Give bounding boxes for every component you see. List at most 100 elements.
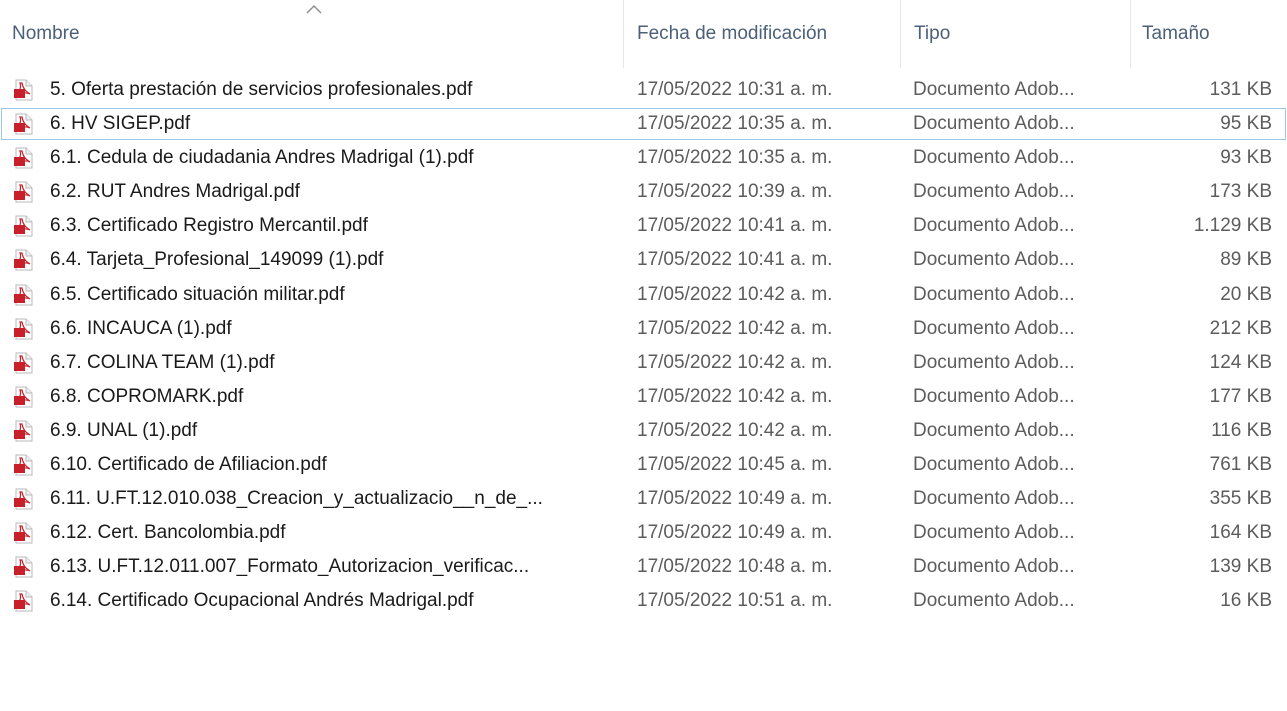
file-size: 116 KB (1211, 419, 1272, 441)
sort-ascending-icon (306, 5, 322, 14)
file-date-modified: 17/05/2022 10:35 a. m. (637, 147, 833, 169)
column-header-size-label: Tamaño (1142, 23, 1210, 44)
file-row[interactable]: 6.8. COPROMARK.pdf 17/05/2022 10:42 a. m… (0, 380, 1287, 414)
file-name: 6.9. UNAL (1).pdf (50, 419, 198, 441)
file-name: 6. HV SIGEP.pdf (50, 113, 191, 135)
pdf-file-icon (14, 352, 33, 374)
file-type: Documento Adob... (913, 79, 1075, 100)
file-size: 355 KB (1209, 488, 1272, 510)
column-header-date-label: Fecha de modificación (637, 23, 828, 44)
file-name: 6.10. Certificado de Afiliacion.pdf (50, 454, 327, 476)
file-date-modified: 17/05/2022 10:35 a. m. (637, 113, 833, 135)
file-row[interactable]: 6.1. Cedula de ciudadania Andres Madriga… (0, 141, 1287, 175)
pdf-file-icon (14, 147, 33, 169)
file-list: 5. Oferta prestación de servicios profes… (0, 73, 1287, 619)
file-name: 6.12. Cert. Bancolombia.pdf (50, 522, 286, 544)
file-row[interactable]: 6.12. Cert. Bancolombia.pdf 17/05/2022 1… (0, 516, 1287, 550)
file-type: Documento Adob... (913, 249, 1075, 271)
column-header-bar: Nombre Fecha de modificación Tipo Tamaño (0, 0, 1287, 68)
file-size: 1.129 KB (1193, 215, 1272, 237)
file-size: 177 KB (1209, 385, 1272, 407)
file-date-modified: 17/05/2022 10:51 a. m. (637, 590, 833, 612)
file-type: Documento Adob... (913, 488, 1075, 510)
file-type: Documento Adob... (913, 556, 1075, 578)
file-date-modified: 17/05/2022 10:39 a. m. (637, 181, 833, 203)
file-name: 6.5. Certificado situación militar.pdf (50, 283, 345, 305)
file-row[interactable]: 6.9. UNAL (1).pdf 17/05/2022 10:42 a. m.… (0, 414, 1287, 448)
file-row[interactable]: 6.13. U.FT.12.011.007_Formato_Autorizaci… (0, 550, 1287, 584)
pdf-file-icon (14, 79, 33, 101)
file-row[interactable]: 6.14. Certificado Ocupacional Andrés Mad… (0, 584, 1287, 618)
file-size: 16 KB (1220, 590, 1272, 612)
column-header-name-label: Nombre (12, 23, 80, 44)
column-header-size[interactable]: Tamaño (1131, 0, 1287, 68)
file-type: Documento Adob... (913, 419, 1075, 441)
pdf-file-icon (14, 215, 33, 237)
file-size: 131 KB (1209, 79, 1272, 100)
file-name: 6.6. INCAUCA (1).pdf (50, 317, 232, 339)
pdf-file-icon (14, 590, 33, 612)
file-date-modified: 17/05/2022 10:42 a. m. (637, 419, 833, 441)
file-row[interactable]: 6.3. Certificado Registro Mercantil.pdf … (0, 209, 1287, 243)
file-size: 20 KB (1220, 283, 1272, 305)
column-header-type-label: Tipo (914, 23, 951, 44)
file-row[interactable]: 6.7. COLINA TEAM (1).pdf 17/05/2022 10:4… (0, 346, 1287, 380)
file-type: Documento Adob... (913, 522, 1075, 544)
pdf-file-icon (14, 284, 33, 306)
column-header-date[interactable]: Fecha de modificación (624, 0, 901, 68)
file-name: 6.4. Tarjeta_Profesional_149099 (1).pdf (50, 249, 384, 271)
file-date-modified: 17/05/2022 10:45 a. m. (637, 454, 833, 476)
file-row[interactable]: 6.10. Certificado de Afiliacion.pdf 17/0… (0, 448, 1287, 482)
file-size: 212 KB (1209, 317, 1272, 339)
file-size: 95 KB (1220, 113, 1272, 135)
file-date-modified: 17/05/2022 10:49 a. m. (637, 522, 833, 544)
file-date-modified: 17/05/2022 10:41 a. m. (637, 249, 833, 271)
file-row[interactable]: 6.4. Tarjeta_Profesional_149099 (1).pdf … (0, 243, 1287, 277)
file-type: Documento Adob... (913, 215, 1075, 237)
file-name: 6.7. COLINA TEAM (1).pdf (50, 351, 275, 373)
file-date-modified: 17/05/2022 10:42 a. m. (637, 317, 833, 339)
file-name: 6.11. U.FT.12.010.038_Creacion_y_actuali… (50, 488, 543, 510)
file-size: 139 KB (1209, 556, 1272, 578)
file-type: Documento Adob... (913, 317, 1075, 339)
file-name: 6.1. Cedula de ciudadania Andres Madriga… (50, 147, 474, 169)
file-type: Documento Adob... (913, 147, 1075, 169)
file-date-modified: 17/05/2022 10:31 a. m. (637, 79, 833, 100)
file-row[interactable]: 5. Oferta prestación de servicios profes… (0, 73, 1287, 107)
pdf-file-icon (14, 318, 33, 340)
file-name: 6.14. Certificado Ocupacional Andrés Mad… (50, 590, 474, 612)
file-date-modified: 17/05/2022 10:42 a. m. (637, 351, 833, 373)
file-row[interactable]: 6.11. U.FT.12.010.038_Creacion_y_actuali… (0, 482, 1287, 516)
file-size: 761 KB (1209, 454, 1272, 476)
file-row[interactable]: 6. HV SIGEP.pdf 17/05/2022 10:35 a. m. D… (0, 107, 1287, 141)
file-date-modified: 17/05/2022 10:49 a. m. (637, 488, 833, 510)
file-type: Documento Adob... (913, 113, 1075, 135)
pdf-file-icon (14, 113, 33, 135)
file-name: 5. Oferta prestación de servicios profes… (50, 79, 473, 100)
column-header-name[interactable]: Nombre (0, 0, 624, 68)
pdf-file-icon (14, 556, 33, 578)
pdf-file-icon (14, 181, 33, 203)
file-type: Documento Adob... (913, 454, 1075, 476)
file-size: 124 KB (1209, 351, 1272, 373)
file-name: 6.13. U.FT.12.011.007_Formato_Autorizaci… (50, 556, 530, 578)
file-type: Documento Adob... (913, 181, 1075, 203)
file-size: 173 KB (1209, 181, 1272, 203)
file-row[interactable]: 6.5. Certificado situación militar.pdf 1… (0, 278, 1287, 312)
file-row[interactable]: 6.2. RUT Andres Madrigal.pdf 17/05/2022 … (0, 175, 1287, 209)
file-size: 164 KB (1209, 522, 1272, 544)
pdf-file-icon (14, 420, 33, 442)
file-date-modified: 17/05/2022 10:42 a. m. (637, 283, 833, 305)
pdf-file-icon (14, 249, 33, 271)
pdf-file-icon (14, 454, 33, 476)
file-name: 6.8. COPROMARK.pdf (50, 385, 244, 407)
file-size: 93 KB (1220, 147, 1272, 169)
file-date-modified: 17/05/2022 10:48 a. m. (637, 556, 833, 578)
file-row[interactable]: 6.6. INCAUCA (1).pdf 17/05/2022 10:42 a.… (0, 312, 1287, 346)
file-type: Documento Adob... (913, 385, 1075, 407)
file-type: Documento Adob... (913, 283, 1075, 305)
column-header-type[interactable]: Tipo (901, 0, 1131, 68)
file-name: 6.3. Certificado Registro Mercantil.pdf (50, 215, 368, 237)
file-type: Documento Adob... (913, 351, 1075, 373)
pdf-file-icon (14, 488, 33, 510)
